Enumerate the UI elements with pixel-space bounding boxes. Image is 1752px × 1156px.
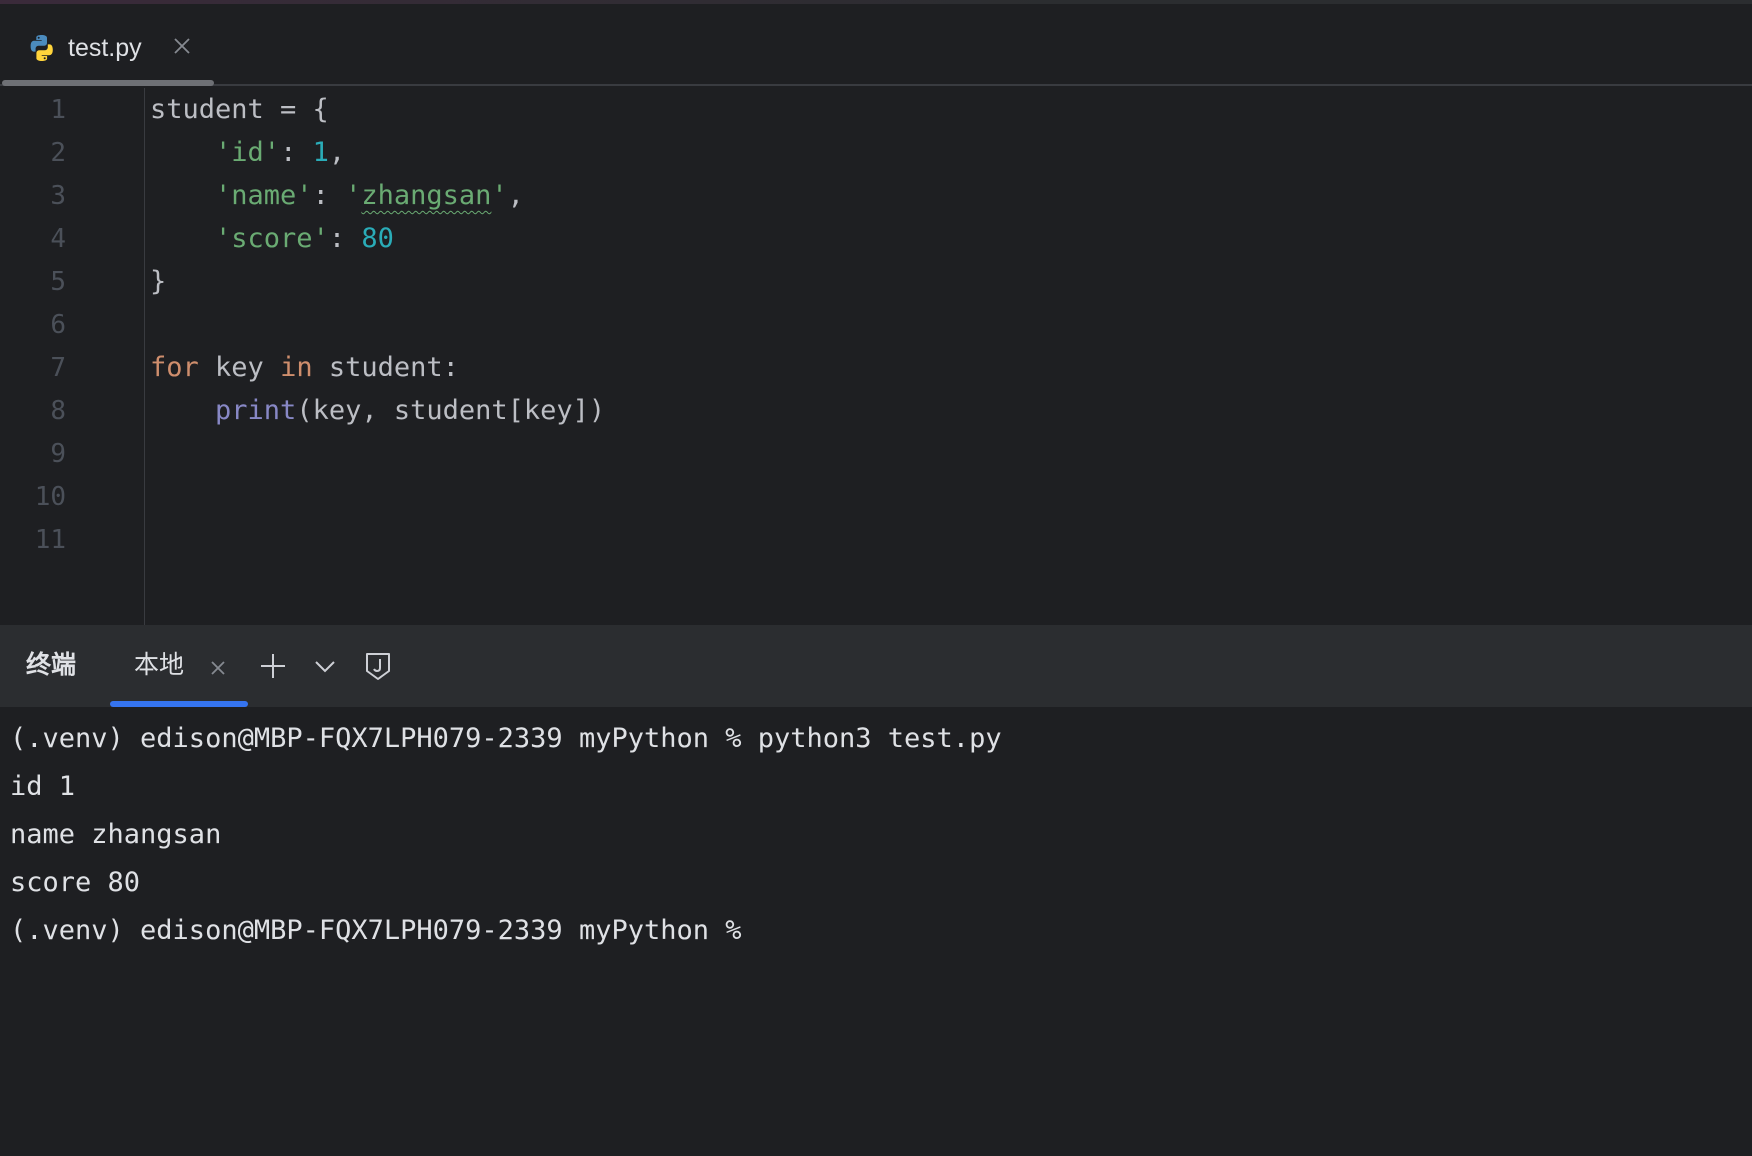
code-token: : bbox=[312, 180, 346, 211]
terminal-line: id 1 bbox=[10, 771, 76, 802]
code-token: , bbox=[507, 180, 524, 211]
code-line: 4 'score': 80 bbox=[0, 215, 1752, 263]
code-token: (key, student[key]) bbox=[296, 395, 606, 426]
close-terminal-tab-icon[interactable] bbox=[206, 656, 230, 680]
plus-icon[interactable] bbox=[256, 649, 290, 683]
terminal-line: score 80 bbox=[10, 867, 141, 898]
line-number: 5 bbox=[50, 267, 66, 297]
line-number: 4 bbox=[50, 224, 66, 254]
line-number: 11 bbox=[34, 525, 66, 555]
tab-test-py[interactable]: test.py bbox=[0, 4, 214, 86]
python-file-icon bbox=[27, 33, 57, 63]
code-line: 7 for key in student: bbox=[0, 344, 1752, 392]
code-line: 2 'id': 1, bbox=[0, 129, 1752, 177]
code-text: 'name': 'zhangsan', bbox=[150, 172, 524, 220]
code-token: print bbox=[215, 395, 297, 426]
code-token: student: bbox=[312, 352, 459, 383]
code-text: 'id': 1, bbox=[150, 129, 345, 177]
tab-label: test.py bbox=[68, 34, 142, 62]
line-number: 1 bbox=[50, 95, 66, 125]
terminal-output[interactable]: (.venv) edison@MBP-FQX7LPH079-2339 myPyt… bbox=[0, 707, 1752, 1156]
code-text: } bbox=[150, 258, 166, 306]
code-token: : bbox=[328, 223, 362, 254]
editor-tab-bar: test.py bbox=[0, 4, 1752, 86]
terminal-title: 终端 bbox=[26, 650, 77, 679]
code-line: 5} bbox=[0, 258, 1752, 306]
terminal-line: (.venv) edison@MBP-FQX7LPH079-2339 myPyt… bbox=[10, 915, 742, 946]
code-token: 'name' bbox=[215, 180, 313, 211]
code-text: student = { bbox=[150, 86, 329, 134]
code-text: for key in student: bbox=[150, 344, 459, 392]
code-line: 3 'name': 'zhangsan', bbox=[0, 172, 1752, 220]
line-number: 6 bbox=[50, 310, 66, 340]
code-token: : bbox=[280, 137, 313, 168]
code-token: 'score' bbox=[215, 223, 329, 254]
code-token: } bbox=[150, 266, 167, 297]
shield-icon[interactable] bbox=[361, 649, 395, 683]
close-tab-icon[interactable] bbox=[170, 34, 194, 58]
code-token: ' bbox=[491, 180, 508, 211]
line-number: 8 bbox=[50, 396, 66, 426]
code-token: 80 bbox=[361, 223, 394, 254]
line-number: 9 bbox=[50, 439, 66, 469]
code-line: 1 student = { bbox=[0, 86, 1752, 134]
code-token: in bbox=[280, 352, 313, 383]
code-token: 'id' bbox=[215, 137, 281, 168]
code-token: , bbox=[328, 137, 346, 168]
terminal-line: name zhangsan bbox=[10, 819, 222, 850]
code-line: 8 print(key, student[key]) bbox=[0, 387, 1752, 435]
chevron-down-icon[interactable] bbox=[308, 649, 342, 683]
code-line: 11 bbox=[0, 516, 1752, 564]
code-token: for bbox=[150, 352, 199, 383]
code-text: 'score': 80 bbox=[150, 215, 394, 263]
code-token: zhangsan bbox=[361, 180, 492, 211]
line-number: 2 bbox=[50, 138, 66, 168]
line-number: 7 bbox=[50, 353, 66, 383]
code-token: key bbox=[198, 352, 281, 383]
code-line: 6 bbox=[0, 301, 1752, 349]
code-line: 9 bbox=[0, 430, 1752, 478]
code-token: student = { bbox=[150, 94, 329, 125]
code-editor[interactable]: 1 student = {2 'id': 1, 3 'name': 'zhangsa… bbox=[0, 88, 1752, 625]
terminal-line: (.venv) edison@MBP-FQX7LPH079-2339 myPyt… bbox=[10, 723, 1002, 754]
code-line: 10 bbox=[0, 473, 1752, 521]
code-token: ' bbox=[345, 180, 362, 211]
line-number: 10 bbox=[34, 482, 66, 512]
code-token: 1 bbox=[312, 137, 329, 168]
terminal-tab-label: 本地 bbox=[134, 650, 185, 679]
line-number: 3 bbox=[50, 181, 66, 211]
code-text: print(key, student[key]) bbox=[150, 387, 605, 435]
